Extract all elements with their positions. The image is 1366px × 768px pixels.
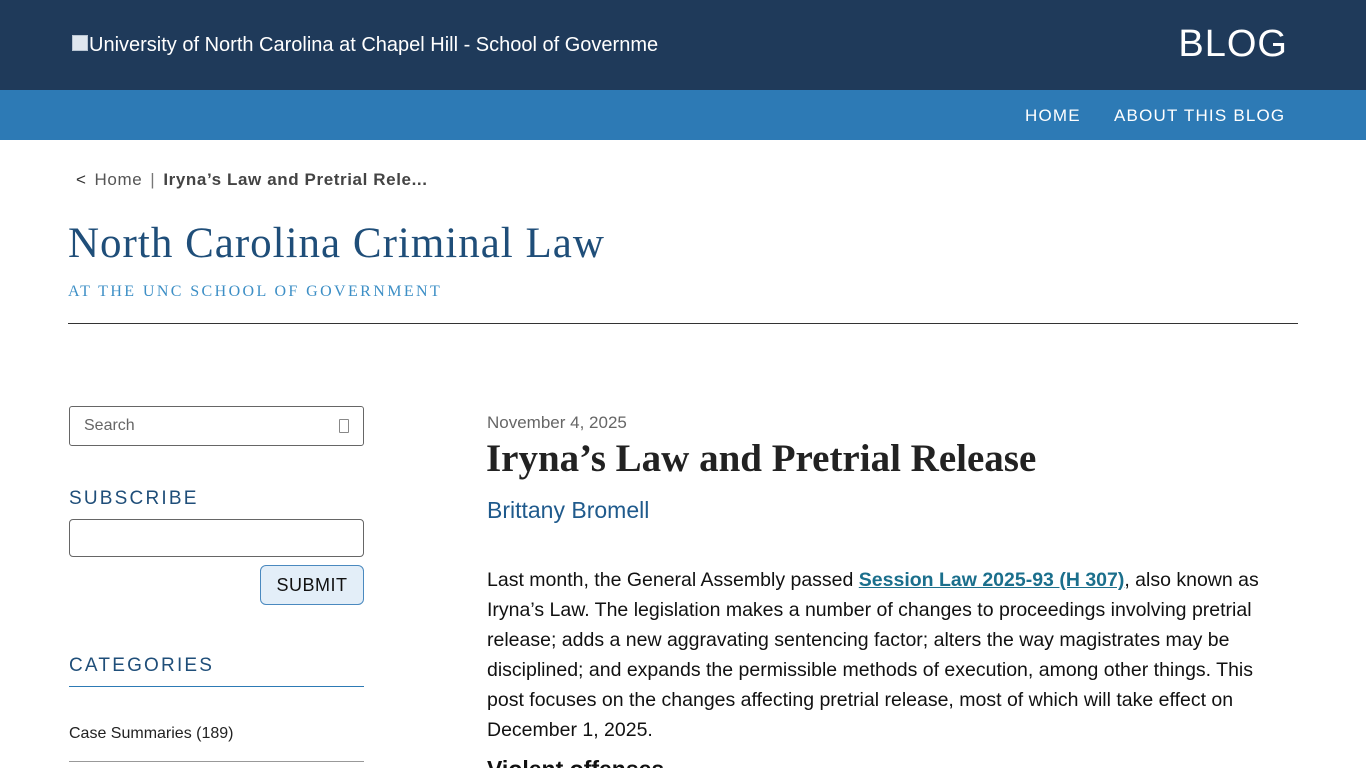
header-divider bbox=[68, 323, 1298, 324]
site-header: University of North Carolina at Chapel H… bbox=[0, 0, 1366, 90]
post-author-link[interactable]: Brittany Bromell bbox=[487, 496, 649, 524]
breadcrumb-current: Iryna’s Law and Pretrial Rele... bbox=[163, 170, 428, 189]
breadcrumb-separator: | bbox=[150, 170, 156, 189]
broken-image-icon bbox=[72, 35, 88, 51]
blog-home-link[interactable]: BLOG bbox=[1178, 22, 1288, 66]
session-law-link[interactable]: Session Law 2025-93 (H 307) bbox=[859, 569, 1125, 591]
search-input[interactable] bbox=[84, 415, 324, 437]
nav-about-link[interactable]: ABOUT THIS BLOG bbox=[1114, 106, 1285, 126]
post-title: Iryna’s Law and Pretrial Release bbox=[486, 437, 1037, 480]
categories-heading: CATEGORIES bbox=[69, 655, 215, 676]
search-form bbox=[69, 406, 364, 446]
nav-home-link[interactable]: HOME bbox=[1025, 106, 1081, 126]
intro-text-before-link: Last month, the General Assembly passed bbox=[487, 569, 859, 591]
subscribe-heading: SUBSCRIBE bbox=[69, 488, 199, 509]
university-logo-link[interactable]: University of North Carolina at Chapel H… bbox=[72, 33, 658, 57]
section-heading: Violent offenses bbox=[487, 754, 664, 768]
search-icon[interactable] bbox=[339, 419, 349, 433]
chevron-left-icon: < bbox=[76, 170, 87, 189]
main-nav: HOME ABOUT THIS BLOG bbox=[0, 90, 1366, 140]
post-intro-paragraph: Last month, the General Assembly passed … bbox=[487, 565, 1295, 745]
post-date: November 4, 2025 bbox=[487, 413, 627, 432]
site-subtitle: AT THE UNC SCHOOL OF GOVERNMENT bbox=[68, 283, 443, 300]
logo-alt-text: University of North Carolina at Chapel H… bbox=[89, 34, 659, 56]
category-divider bbox=[69, 761, 364, 762]
submit-button[interactable]: SUBMIT bbox=[260, 565, 364, 605]
categories-divider bbox=[69, 686, 364, 687]
breadcrumb: < Home | Iryna’s Law and Pretrial Rele... bbox=[76, 170, 428, 190]
category-link-case-summaries[interactable]: Case Summaries (189) bbox=[69, 724, 234, 744]
site-title[interactable]: North Carolina Criminal Law bbox=[68, 220, 605, 268]
subscribe-email-field[interactable] bbox=[69, 519, 364, 557]
breadcrumb-home-link[interactable]: Home bbox=[95, 170, 143, 189]
intro-text-after-link: , also known as Iryna’s Law. The legisla… bbox=[487, 569, 1259, 741]
